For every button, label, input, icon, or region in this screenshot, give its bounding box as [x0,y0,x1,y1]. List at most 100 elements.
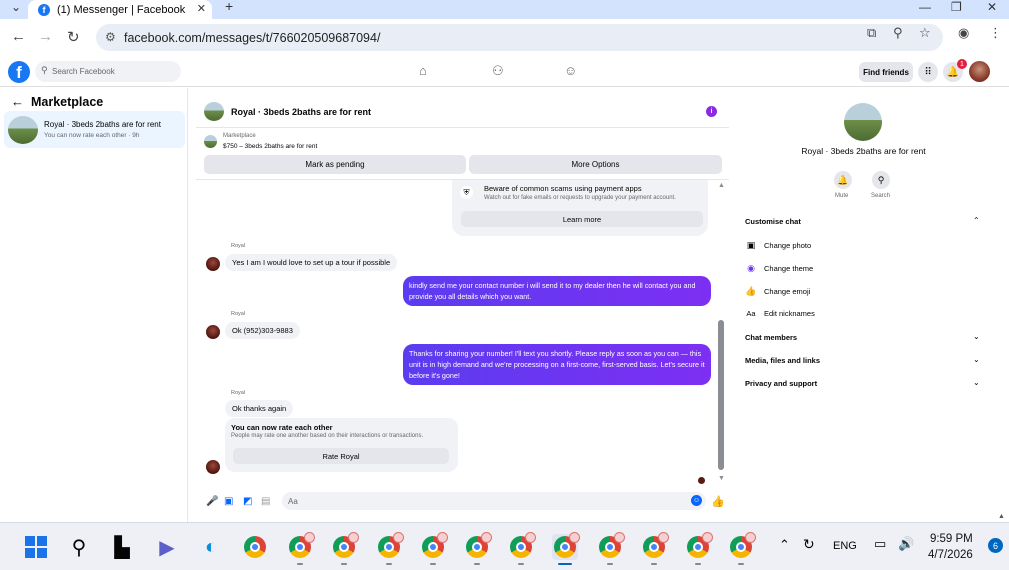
change-emoji-item[interactable]: 👍 Change emoji [745,286,810,297]
chat-title[interactable]: Royal · 3beds 2baths are for rent [231,107,371,117]
back-arrow-icon[interactable]: ← [11,94,24,109]
sender-avatar[interactable] [206,460,220,474]
running-indicator [738,563,744,565]
chrome-profile-icon[interactable] [728,532,756,560]
chrome-profile-icon[interactable] [597,532,625,560]
browser-menu-icon[interactable]: ⋮ [989,25,1002,41]
facebook-search-input[interactable]: ⚲ Search Facebook [35,61,181,82]
photo-icon[interactable]: ▣ [224,496,233,507]
tray-chevron-up-icon[interactable]: ⌃ [779,537,790,553]
emoji-icon[interactable]: ☺ [691,495,702,506]
find-friends-button[interactable]: Find friends [859,62,913,82]
shield-icon: ⛨ [460,186,473,199]
privacy-support-section[interactable]: Privacy and support [745,379,817,388]
browser-tab-messenger[interactable]: f (1) Messenger | Facebook ✕ [28,0,212,19]
home-icon[interactable]: ⌂ [419,63,427,78]
sender-avatar[interactable] [206,257,220,271]
panel-search-icon[interactable]: ⚲ [872,171,890,189]
chevron-down-icon[interactable]: ⌄ [973,332,980,341]
address-bar[interactable]: ⚙ facebook.com/messages/t/76602050968709… [96,24,943,51]
info-icon[interactable]: i [706,106,717,117]
microphone-icon[interactable]: 🎤 [206,496,218,507]
notification-center-badge[interactable]: 6 [988,538,1003,553]
message-input[interactable]: Aa [282,492,706,510]
mute-bell-icon[interactable]: 🔔 [834,171,852,189]
windows-start-icon[interactable] [23,534,49,560]
chrome-profile-icon-active[interactable] [552,532,580,560]
chevron-up-icon[interactable]: ⌃ [973,216,980,225]
chrome-profile-icon[interactable] [508,532,536,560]
forward-arrow-icon[interactable]: → [38,28,53,45]
menu-grid-icon[interactable]: ⠿ [918,62,938,82]
volume-icon[interactable]: 🔊 [898,536,914,552]
edge-icon[interactable]: ◐ [198,534,224,560]
message-sender: Royal [231,243,246,249]
sync-icon[interactable]: ↻ [803,536,815,553]
cast-icon[interactable]: ⧉ [867,25,876,41]
listing-price[interactable]: $750 – 3beds 2baths are for rent [223,143,317,150]
bookmark-star-icon[interactable]: ☆ [919,25,931,41]
media-files-links-section[interactable]: Media, files and links [745,356,820,365]
minimize-icon[interactable]: — [919,0,931,14]
site-settings-icon[interactable]: ⚙ [105,30,116,44]
network-icon[interactable]: ▭ [874,536,886,552]
scam-warning-text: Watch out for fake emails or requests to… [484,195,676,201]
thumbs-up-icon[interactable]: 👍 [711,495,725,508]
mark-as-pending-button[interactable]: Mark as pending [204,155,466,174]
friends-icon[interactable]: ⚇ [492,63,504,79]
chrome-profile-icon[interactable] [685,532,713,560]
restore-icon[interactable]: ❐ [951,0,962,14]
profile-nav-icon[interactable]: ☺ [564,63,577,78]
scrollbar-thumb[interactable] [718,320,724,470]
sidebar-title: Marketplace [31,94,104,109]
customise-chat-section[interactable]: Customise chat [745,217,801,226]
new-tab-button[interactable]: + [225,0,233,14]
scroll-up-arrow-icon[interactable]: ▲ [718,182,725,189]
panel-title: Royal · 3beds 2baths are for rent [801,146,926,156]
system-clock[interactable]: 9:59 PM 4/7/2026 [928,531,973,563]
task-view-icon[interactable]: ▙ [109,534,135,560]
page-scroll-up-icon[interactable]: ▲ [998,513,1005,520]
facebook-favicon-icon: f [38,3,50,16]
conversation-title: Royal · 3beds 2baths are for rent [44,120,161,129]
sender-avatar[interactable] [206,325,220,339]
chrome-profile-icon[interactable] [331,532,359,560]
zoom-icon[interactable]: ⚲ [893,25,903,41]
tab-close-icon[interactable]: ✕ [197,2,206,15]
chrome-profile-icon[interactable] [376,532,404,560]
conversation-item-royal[interactable]: Royal · 3beds 2baths are for rent You ca… [4,111,185,148]
conversation-subtitle: You can now rate each other · 9h [44,132,140,139]
tab-search-chevron-icon[interactable]: ⌄ [11,0,21,14]
facebook-logo-icon[interactable]: f [8,61,30,83]
chat-thumbnail[interactable] [204,102,224,121]
chrome-profile-icon[interactable] [464,532,492,560]
change-photo-item[interactable]: ▣ Change photo [746,240,811,251]
chrome-profile-icon[interactable] [641,532,669,560]
active-indicator [558,563,572,565]
taskbar-search-icon[interactable]: ⚲ [66,534,92,560]
learn-more-button[interactable]: Learn more [461,211,703,227]
window-close-icon[interactable]: ✕ [987,0,997,14]
chat-members-section[interactable]: Chat members [745,333,797,342]
account-icon[interactable]: ◉ [958,25,969,41]
change-theme-item[interactable]: ◉ Change theme [746,263,813,274]
gif-icon[interactable]: ▤ [261,496,270,507]
language-indicator[interactable]: ENG [833,540,857,552]
chrome-profile-icon[interactable] [287,532,315,560]
chrome-profile-icon[interactable] [420,532,448,560]
profile-avatar[interactable] [969,61,990,82]
edit-nicknames-item[interactable]: Aa Edit nicknames [746,309,814,318]
rate-royal-button[interactable]: Rate Royal [233,448,449,464]
scroll-down-arrow-icon[interactable]: ▼ [718,475,725,482]
chrome-icon[interactable] [242,534,268,560]
message-list[interactable]: ⛨ Beware of common scams using payment a… [196,179,729,491]
more-options-button[interactable]: More Options [469,155,722,174]
teams-icon[interactable]: ▶ [154,534,180,560]
listing-thumbnail-large[interactable] [844,103,882,141]
running-indicator [386,563,392,565]
chevron-down-icon[interactable]: ⌄ [973,355,980,364]
sticker-icon[interactable]: ◩ [243,496,252,507]
reload-icon[interactable]: ↻ [67,28,80,46]
back-arrow-icon[interactable]: ← [11,28,26,45]
chevron-down-icon[interactable]: ⌄ [973,378,980,387]
